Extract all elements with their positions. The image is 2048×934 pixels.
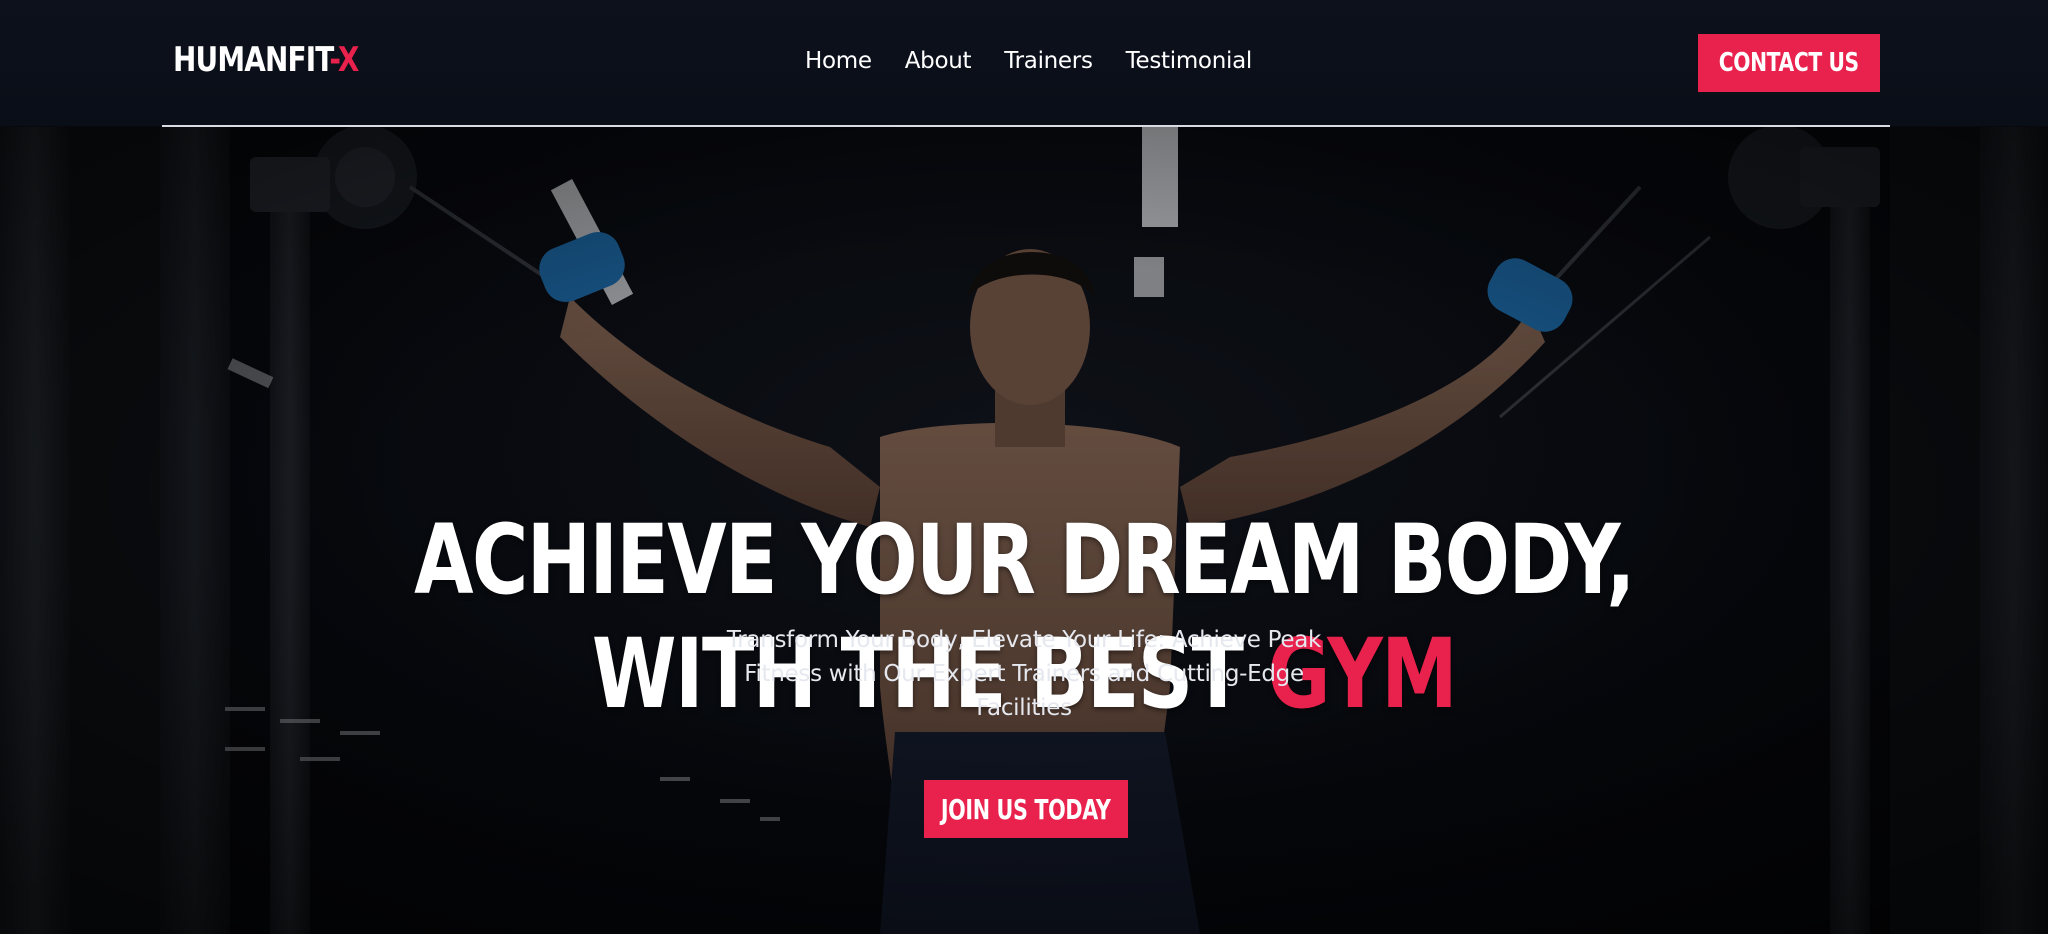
landing-page: HUMANFIT-X Home About Trainers Testimoni… [0,0,2048,934]
site-header: HUMANFIT-X Home About Trainers Testimoni… [0,0,2048,126]
nav-testimonial[interactable]: Testimonial [1126,48,1253,74]
logo[interactable]: HUMANFIT-X [173,40,359,80]
hero-subtitle: Transform Your Body, Elevate Your Life: … [726,627,1322,721]
nav-trainers[interactable]: Trainers [1004,48,1093,74]
contact-us-button[interactable]: CONTACT US [1698,34,1880,92]
logo-text: HUMANFIT [173,40,330,80]
main-nav: Home About Trainers Testimonial [805,48,1252,74]
join-us-label: JOIN US TODAY [941,792,1111,826]
join-us-button[interactable]: JOIN US TODAY [924,780,1128,838]
logo-accent: -X [329,40,359,80]
contact-us-label: CONTACT US [1718,48,1860,78]
nav-home[interactable]: Home [805,48,872,74]
header-divider [162,125,1890,127]
hero-title-line-1: ACHIEVE YOUR DREAM BODY, [414,504,1635,617]
nav-about[interactable]: About [905,48,972,74]
